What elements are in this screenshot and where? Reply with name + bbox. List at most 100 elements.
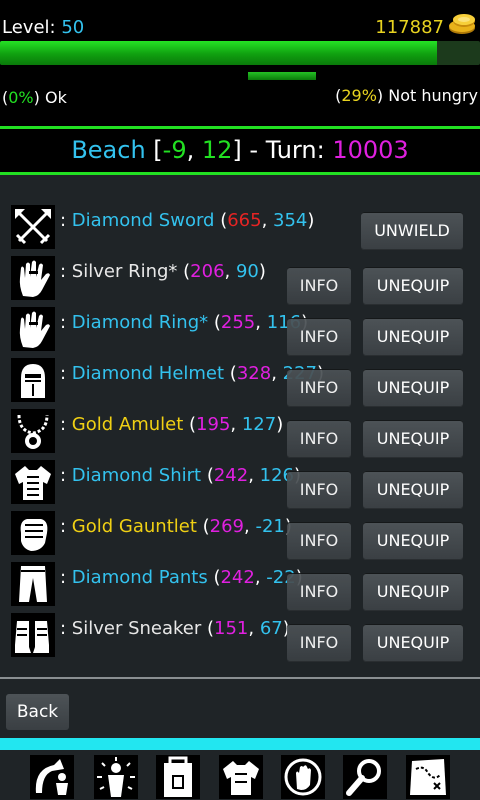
equipment-label: : Silver Ring* (206, 90)	[60, 261, 266, 282]
item-name: Diamond Pants	[71, 567, 208, 588]
item-stat-attack: 151	[214, 618, 249, 639]
item-colon: :	[60, 261, 72, 282]
item-stat-attack: 206	[190, 261, 225, 282]
location-bar: Beach [-9, 12] - Turn: 10003	[0, 129, 480, 172]
item-stat-attack: 242	[213, 465, 249, 486]
info-button[interactable]: INFO	[287, 624, 351, 662]
item-stats-open: (	[207, 567, 221, 588]
search-magnifier-icon[interactable]	[343, 755, 387, 799]
equipment-label: : Gold Amulet (195, 127)	[60, 414, 283, 435]
item-stats-open: (	[201, 465, 214, 486]
item-stat-defense: 127	[241, 414, 277, 435]
shirt-armor-icon	[11, 460, 55, 504]
equipment-row: : Silver Ring* (206, 90) INFO UNEQUIP	[0, 254, 480, 305]
item-name: Gold Amulet	[71, 414, 184, 435]
equipment-row: : Diamond Helmet (328, 227)INFO UNEQUIP	[0, 356, 480, 407]
health-percent: 0%	[8, 88, 34, 107]
item-stats-comma: ,	[244, 516, 256, 537]
item-stat-attack: 269	[209, 516, 245, 537]
health-status: (0%) Ok	[2, 88, 67, 107]
toolbar-strip	[0, 738, 480, 750]
equipment-armor-icon[interactable]	[219, 755, 263, 799]
hunger-bar	[248, 72, 316, 80]
status-header: Level: 50 117887 (0%) Ok (29%) Not hungr…	[0, 0, 480, 126]
character-aura-icon[interactable]	[94, 755, 138, 799]
info-button[interactable]: INFO	[287, 267, 351, 305]
item-name: Diamond Ring*	[71, 312, 209, 333]
gold-amount: 117887	[375, 17, 444, 38]
item-stats-comma: ,	[271, 363, 283, 384]
unwield-button[interactable]: UNWIELD	[361, 212, 463, 250]
equipment-label: : Diamond Shirt (242, 126)	[60, 465, 301, 486]
crossed-swords-icon	[11, 205, 55, 249]
item-stat-defense: 354	[273, 210, 308, 231]
info-button[interactable]: INFO	[287, 318, 351, 356]
back-button[interactable]: Back	[6, 694, 69, 730]
item-stats-open: (	[208, 312, 221, 333]
travel-icon[interactable]	[30, 755, 74, 799]
unequip-button[interactable]: UNEQUIP	[363, 471, 463, 509]
sneaker-icon	[11, 613, 55, 657]
item-stat-attack: 242	[220, 567, 255, 588]
item-stat-attack: 328	[236, 363, 272, 384]
item-stats-comma: ,	[248, 618, 260, 639]
unequip-button[interactable]: UNEQUIP	[363, 267, 463, 305]
info-button[interactable]: INFO	[287, 420, 351, 458]
inventory-bag-icon[interactable]	[156, 755, 200, 799]
equipment-row: : Gold Amulet (195, 127) INFO UNEQUIP	[0, 407, 480, 458]
unequip-button[interactable]: UNEQUIP	[363, 318, 463, 356]
equipment-label: : Gold Gauntlet (269, -21)	[60, 516, 292, 537]
equipment-row: : Diamond Shirt (242, 126)INFO UNEQUIP	[0, 458, 480, 509]
pants-icon	[11, 562, 55, 606]
health-status-word: Ok	[44, 88, 67, 107]
gold-coins-icon	[447, 13, 477, 35]
item-colon: :	[60, 210, 72, 231]
helmet-icon	[11, 358, 55, 402]
equipment-row: : Diamond Pants (242, -22)INFO UNEQUIP	[0, 560, 480, 611]
info-button[interactable]: INFO	[287, 522, 351, 560]
item-colon: :	[60, 312, 72, 333]
equipment-label: : Silver Sneaker (151, 67)	[60, 618, 290, 639]
item-stats-close: )	[276, 414, 284, 435]
item-stats-comma: ,	[230, 414, 242, 435]
item-stats-open: (	[177, 261, 191, 282]
item-stats-close: )	[307, 210, 315, 231]
location-y: 12	[201, 136, 233, 164]
unequip-button[interactable]: UNEQUIP	[363, 522, 463, 560]
item-name: Silver Ring*	[71, 261, 178, 282]
item-stats-open: (	[224, 363, 237, 384]
item-stat-attack: 665	[227, 210, 262, 231]
amulet-icon	[11, 409, 55, 453]
equipment-label: : Diamond Pants (242, -22)	[60, 567, 303, 588]
equipment-row: : Silver Sneaker (151, 67)INFO UNEQUIP	[0, 611, 480, 662]
item-stats-comma: ,	[255, 312, 267, 333]
item-stat-defense: 90	[235, 261, 259, 282]
location-name: Beach	[71, 136, 146, 164]
unequip-button[interactable]: UNEQUIP	[363, 624, 463, 662]
unequip-button[interactable]: UNEQUIP	[363, 369, 463, 407]
item-stats-open: (	[214, 210, 228, 231]
gauntlet-icon	[11, 511, 55, 555]
item-stat-attack: 195	[196, 414, 231, 435]
item-colon: :	[60, 465, 72, 486]
item-stats-comma: ,	[248, 465, 260, 486]
unequip-button[interactable]: UNEQUIP	[363, 573, 463, 611]
item-colon: :	[60, 618, 72, 639]
list-divider	[0, 677, 480, 679]
info-button[interactable]: INFO	[287, 573, 351, 611]
map-icon[interactable]	[406, 755, 450, 799]
item-stats-open: (	[196, 516, 210, 537]
info-button[interactable]: INFO	[287, 369, 351, 407]
health-bar-fill	[0, 41, 437, 65]
item-stats-open: (	[201, 618, 215, 639]
item-stat-defense: 67	[259, 618, 283, 639]
item-name: Gold Gauntlet	[71, 516, 197, 537]
equipment-row: : Gold Gauntlet (269, -21)INFO UNEQUIP	[0, 509, 480, 560]
item-stat-attack: 255	[220, 312, 256, 333]
item-stats-open: (	[183, 414, 197, 435]
unequip-button[interactable]: UNEQUIP	[363, 420, 463, 458]
hand-ring-icon	[11, 256, 55, 300]
magic-hand-icon[interactable]	[281, 755, 325, 799]
info-button[interactable]: INFO	[287, 471, 351, 509]
item-stats-close: )	[258, 261, 266, 282]
